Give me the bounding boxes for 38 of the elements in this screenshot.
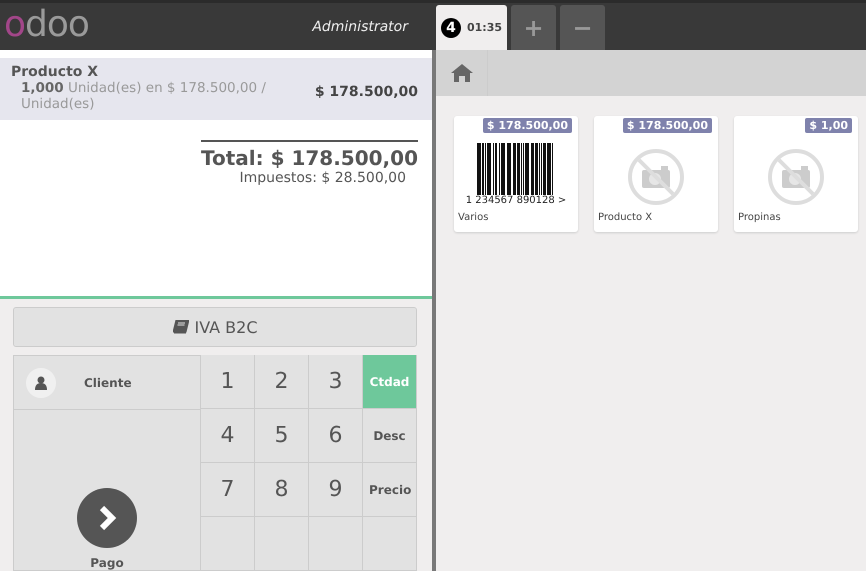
number-key[interactable]: 6 [309, 409, 363, 463]
home-icon [450, 64, 472, 82]
odoo-logo: odoo [3, 4, 90, 47]
mode-key[interactable]: Precio [363, 463, 417, 517]
price-tag: $ 178.500,00 [622, 118, 712, 133]
number-key[interactable]: 5 [255, 409, 309, 463]
no-photo-icon [767, 148, 825, 206]
number-key[interactable]: 9 [309, 463, 363, 517]
order-taxes: Impuestos: $ 28.500,00 [239, 170, 406, 186]
user-name: Administrator [310, 18, 408, 34]
book-icon [172, 320, 188, 334]
number-key[interactable]: 1 [201, 355, 255, 409]
mode-key[interactable]: Desc [363, 409, 417, 463]
number-key[interactable]: 7 [201, 463, 255, 517]
blank-key[interactable] [363, 517, 417, 571]
product-name: Producto X [597, 212, 654, 223]
line-price: $ 178.500,00 [314, 83, 418, 102]
chevron-right-icon [77, 488, 137, 548]
barcode-drawing: 1 234567 890128 > [466, 143, 566, 206]
fiscal-position-button[interactable]: IVA B2C [13, 307, 417, 347]
order-tab[interactable]: 4 01:35 [436, 5, 508, 50]
order-number-badge: 4 [441, 18, 461, 38]
no-photo-icon [627, 148, 685, 206]
product-name: Varios [457, 212, 490, 223]
line-detail: 1,000 Unidad(es) en $ 178.500,00 / Unidad(es) [20, 80, 267, 112]
order-total: Total: $ 178.500,00 [200, 140, 418, 170]
product-name: Propinas [737, 212, 782, 223]
number-key[interactable]: 4 [201, 409, 255, 463]
number-key[interactable]: 3 [309, 355, 363, 409]
product-card[interactable]: $ 1,00 Propinas [734, 116, 858, 232]
number-key[interactable]: 2 [255, 355, 309, 409]
number-key[interactable]: 8 [255, 463, 309, 517]
product-card[interactable]: $ 178.500,00 Producto X [594, 116, 718, 232]
price-tag: $ 178.500,00 [482, 118, 572, 133]
price-tag: $ 1,00 [805, 118, 852, 133]
user-icon [26, 368, 56, 398]
product-card[interactable]: $ 178.500,00 1 234567 890128 > Varios [454, 116, 578, 232]
product-name: Producto X [11, 64, 100, 80]
